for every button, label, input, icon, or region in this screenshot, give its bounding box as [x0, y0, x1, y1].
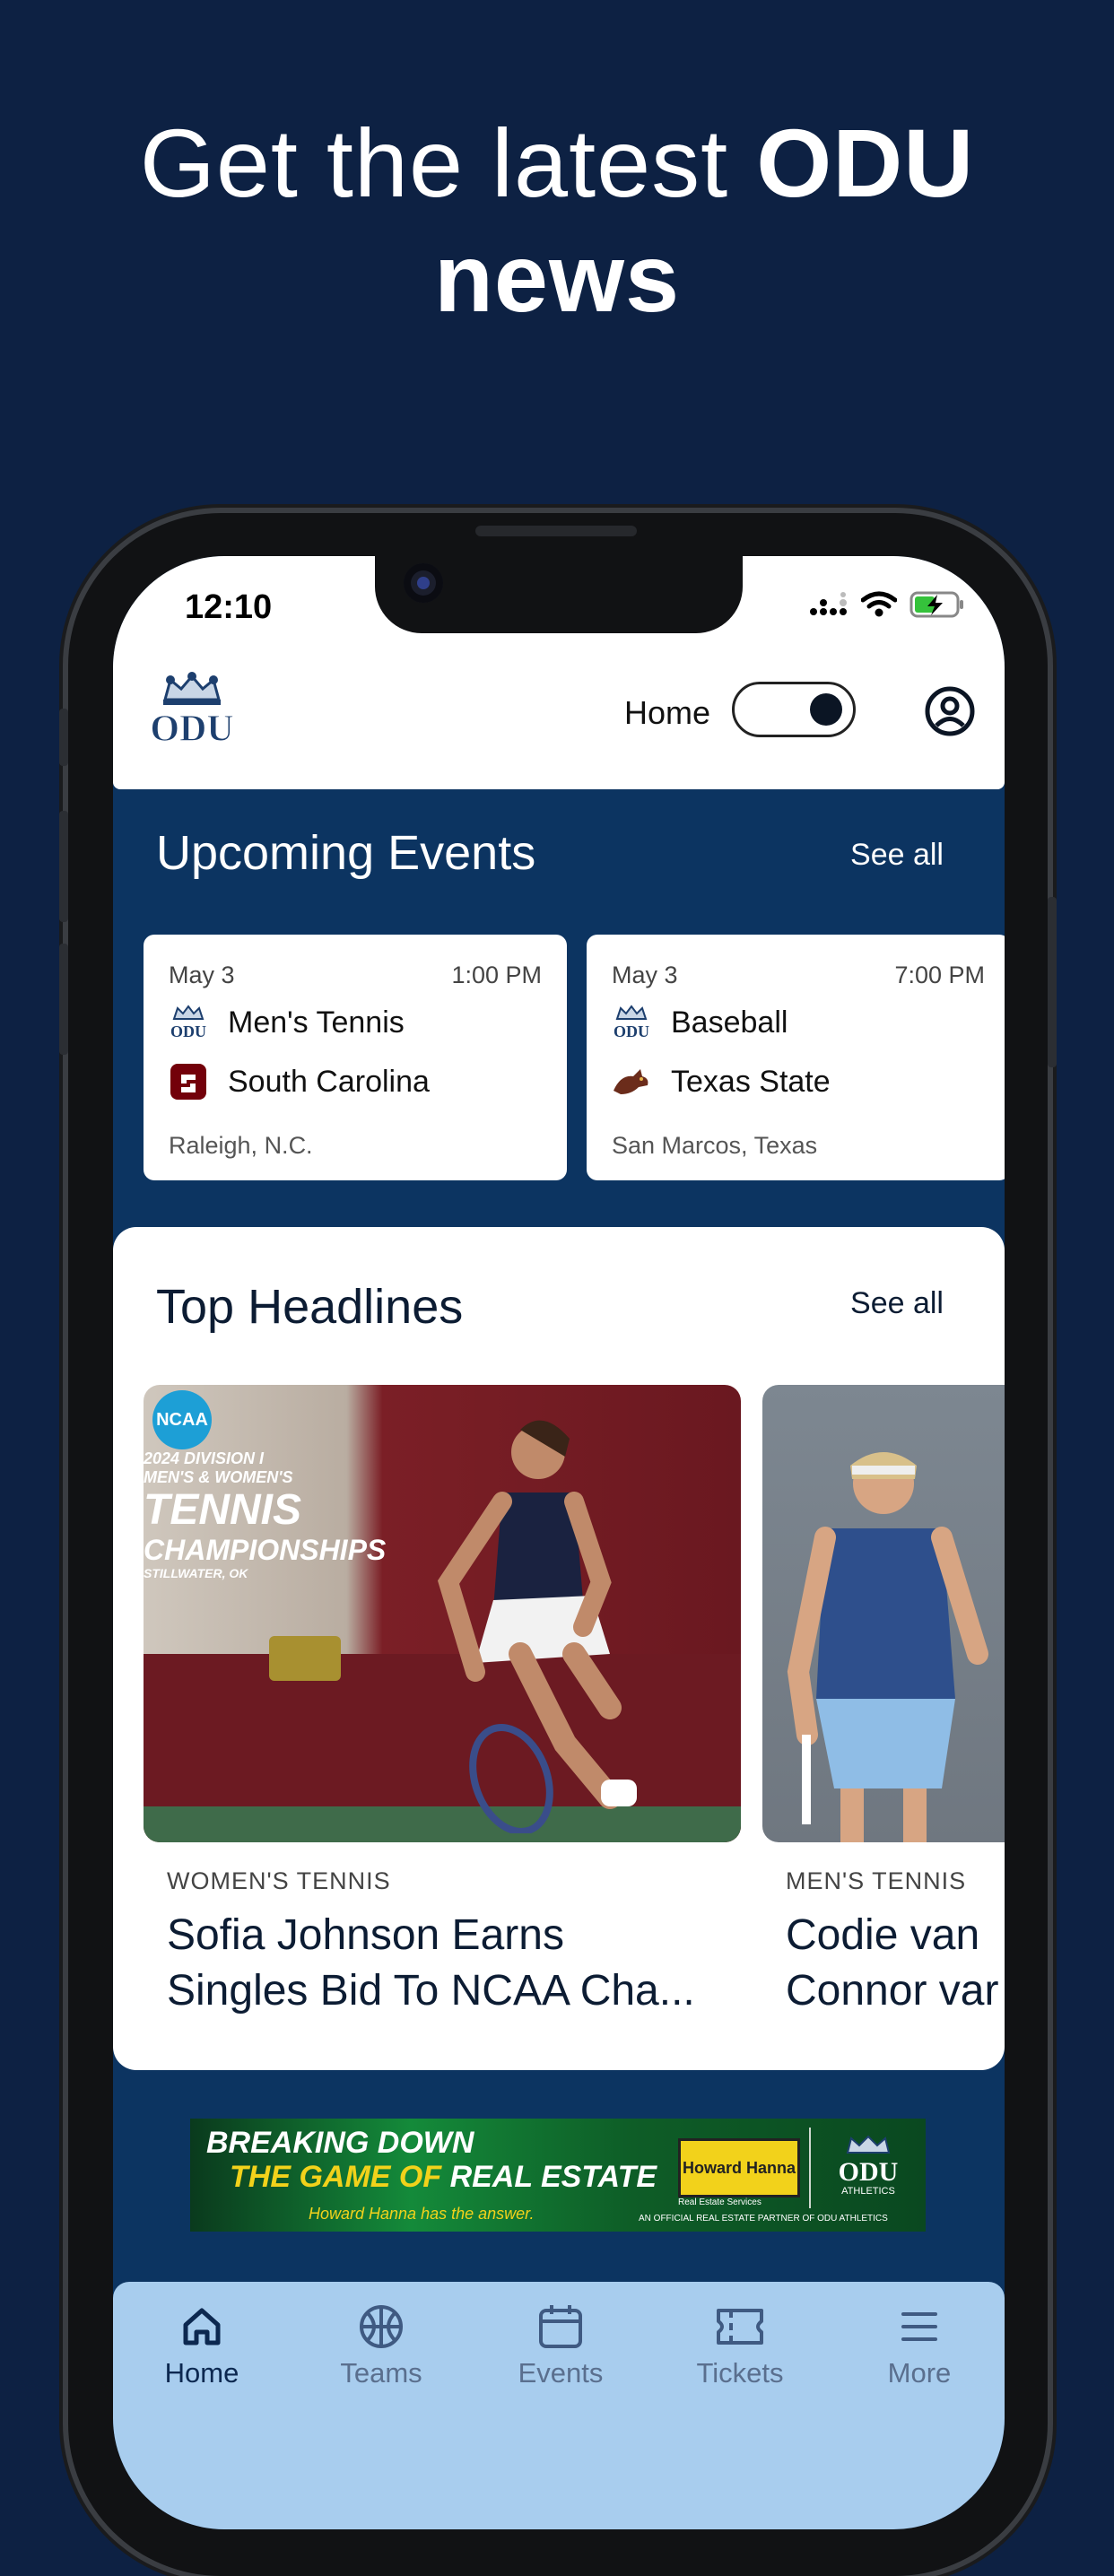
top-headlines-panel: Top Headlines See all NCAA 2024 DIVISION…: [113, 1227, 1005, 2070]
event-card[interactable]: May 3 1:00 PM ODU Men's Tennis South Car…: [144, 935, 567, 1180]
ad-divider: [809, 2128, 811, 2208]
news-title-line: Connor var: [786, 1967, 999, 2015]
battery-charging-icon: [909, 591, 963, 618]
tab-more[interactable]: More: [843, 2302, 996, 2389]
tennis-player-figure: [437, 1420, 637, 1833]
mode-label: Home: [624, 694, 711, 731]
odu-logo-text: ODU: [838, 2157, 899, 2187]
ncaa-badge: NCAA: [152, 1390, 212, 1449]
home-team-name: Baseball: [671, 1005, 788, 1040]
phone-screen: 12:10 ODU Home Upcoming Events See all M…: [113, 556, 1005, 2529]
app-header: ODU Home: [113, 655, 1005, 789]
svg-text:ODU: ODU: [170, 1023, 206, 1040]
opponent-row: Texas State: [612, 1062, 831, 1101]
bottom-tab-bar: Home Teams Events Tickets More: [113, 2282, 1005, 2529]
svg-text:ODU: ODU: [614, 1023, 649, 1040]
news-title-line: Codie van: [786, 1911, 980, 1959]
headlines-see-all-link[interactable]: See all: [850, 1286, 944, 1321]
event-card[interactable]: May 3 7:00 PM ODU Baseball Texas State S…: [587, 935, 1005, 1180]
news-card[interactable]: MEN'S TENNIS Codie van Connor var: [762, 1385, 1005, 2019]
opponent-name: Texas State: [671, 1064, 831, 1099]
news-title: Sofia Johnson Earns Singles Bid To NCAA …: [167, 1908, 723, 2019]
news-category: WOMEN'S TENNIS: [167, 1867, 391, 1894]
status-time: 12:10: [185, 588, 273, 626]
news-category: MEN'S TENNIS: [786, 1867, 967, 1894]
toggle-knob: [810, 693, 842, 726]
opponent-row: South Carolina: [169, 1062, 430, 1101]
news-image: [762, 1385, 1005, 1842]
odu-athletics-logo: ODU ATHLETICS: [825, 2135, 911, 2197]
home-toggle[interactable]: [732, 682, 856, 737]
event-date: May 3: [169, 962, 235, 988]
event-time: 1:00 PM: [451, 962, 542, 988]
promo-title-bold: ODU: [756, 109, 975, 217]
ad-headline-part: REAL ESTATE: [449, 2160, 657, 2194]
news-image: NCAA 2024 DIVISION I MEN'S & WOMEN'S TEN…: [144, 1385, 741, 1842]
ad-headline-line2: THE GAME OF REAL ESTATE: [230, 2160, 657, 2195]
top-headlines-title: Top Headlines: [156, 1280, 464, 1334]
tab-tickets[interactable]: Tickets: [664, 2302, 816, 2389]
promo-title-bold-2: news: [433, 223, 681, 332]
odu-logo[interactable]: ODU: [145, 669, 239, 750]
tab-label: Events: [518, 2357, 604, 2389]
ad-banner[interactable]: BREAKING DOWN THE GAME OF REAL ESTATE Ho…: [190, 2119, 926, 2232]
tab-label: More: [887, 2357, 952, 2389]
odu-team-icon: ODU: [169, 1003, 208, 1042]
event-time: 7:00 PM: [894, 962, 985, 988]
news-title-line: Singles Bid To NCAA Cha...: [167, 1967, 695, 2015]
tab-label: Tickets: [696, 2357, 784, 2389]
tab-label: Teams: [340, 2357, 422, 2389]
ad-headline-line1: BREAKING DOWN: [206, 2126, 474, 2160]
side-button: [59, 709, 68, 766]
calendar-icon: [539, 2305, 582, 2348]
event-location: San Marcos, Texas: [612, 1132, 818, 1159]
promo-title-regular: Get the latest: [139, 109, 757, 217]
event-date: May 3: [612, 962, 678, 988]
volume-up-button: [59, 811, 68, 922]
crown-icon: [846, 2135, 891, 2154]
upcoming-see-all-link[interactable]: See all: [850, 838, 944, 873]
wifi-icon: [861, 591, 897, 617]
brand-sub: Real Estate Services: [678, 2197, 762, 2207]
promo-title: Get the latest ODU news: [0, 106, 1114, 335]
ad-headline-part: THE GAME OF: [230, 2160, 450, 2194]
basketball-icon: [360, 2305, 403, 2348]
opponent-name: South Carolina: [228, 1064, 430, 1099]
home-team-row: ODU Men's Tennis: [169, 1003, 405, 1042]
texas-state-bobcat-icon: [612, 1062, 651, 1101]
ad-footer: AN OFFICIAL REAL ESTATE PARTNER OF ODU A…: [639, 2214, 888, 2224]
tab-label: Home: [164, 2357, 239, 2389]
tennis-player-figure: [787, 1452, 988, 1842]
front-camera: [404, 563, 443, 603]
event-date-time: May 3 1:00 PM: [169, 962, 542, 989]
ad-tagline: Howard Hanna has the answer.: [309, 2205, 535, 2223]
south-carolina-logo-icon: [169, 1062, 208, 1101]
home-team-row: ODU Baseball: [612, 1003, 788, 1042]
championship-overlay-text: 2024 DIVISION I MEN'S & WOMEN'S TENNIS C…: [144, 1449, 387, 1580]
tab-home[interactable]: Home: [126, 2302, 278, 2389]
event-date-time: May 3 7:00 PM: [612, 962, 985, 989]
odu-team-icon: ODU: [612, 1003, 651, 1042]
menu-icon: [901, 2312, 937, 2341]
svg-text:ODU: ODU: [150, 709, 233, 750]
home-team-name: Men's Tennis: [228, 1005, 405, 1040]
profile-icon[interactable]: [924, 685, 976, 737]
news-card[interactable]: NCAA 2024 DIVISION I MEN'S & WOMEN'S TEN…: [144, 1385, 741, 2019]
signal-icon: [810, 592, 847, 615]
ticket-icon: [717, 2309, 763, 2345]
athletics-text: ATHLETICS: [841, 2186, 895, 2197]
howard-hanna-logo: Howard Hanna: [678, 2138, 800, 2197]
news-title-line: Sofia Johnson Earns: [167, 1911, 564, 1959]
power-button: [1048, 897, 1057, 1067]
earpiece-speaker: [475, 526, 637, 536]
volume-down-button: [59, 944, 68, 1055]
upcoming-events-title: Upcoming Events: [156, 826, 536, 880]
tab-teams[interactable]: Teams: [305, 2302, 457, 2389]
event-location: Raleigh, N.C.: [169, 1132, 313, 1159]
news-title: Codie van Connor var: [786, 1908, 1005, 2019]
home-icon: [183, 2308, 221, 2345]
status-icons: [809, 590, 965, 619]
tab-events[interactable]: Events: [484, 2302, 637, 2389]
